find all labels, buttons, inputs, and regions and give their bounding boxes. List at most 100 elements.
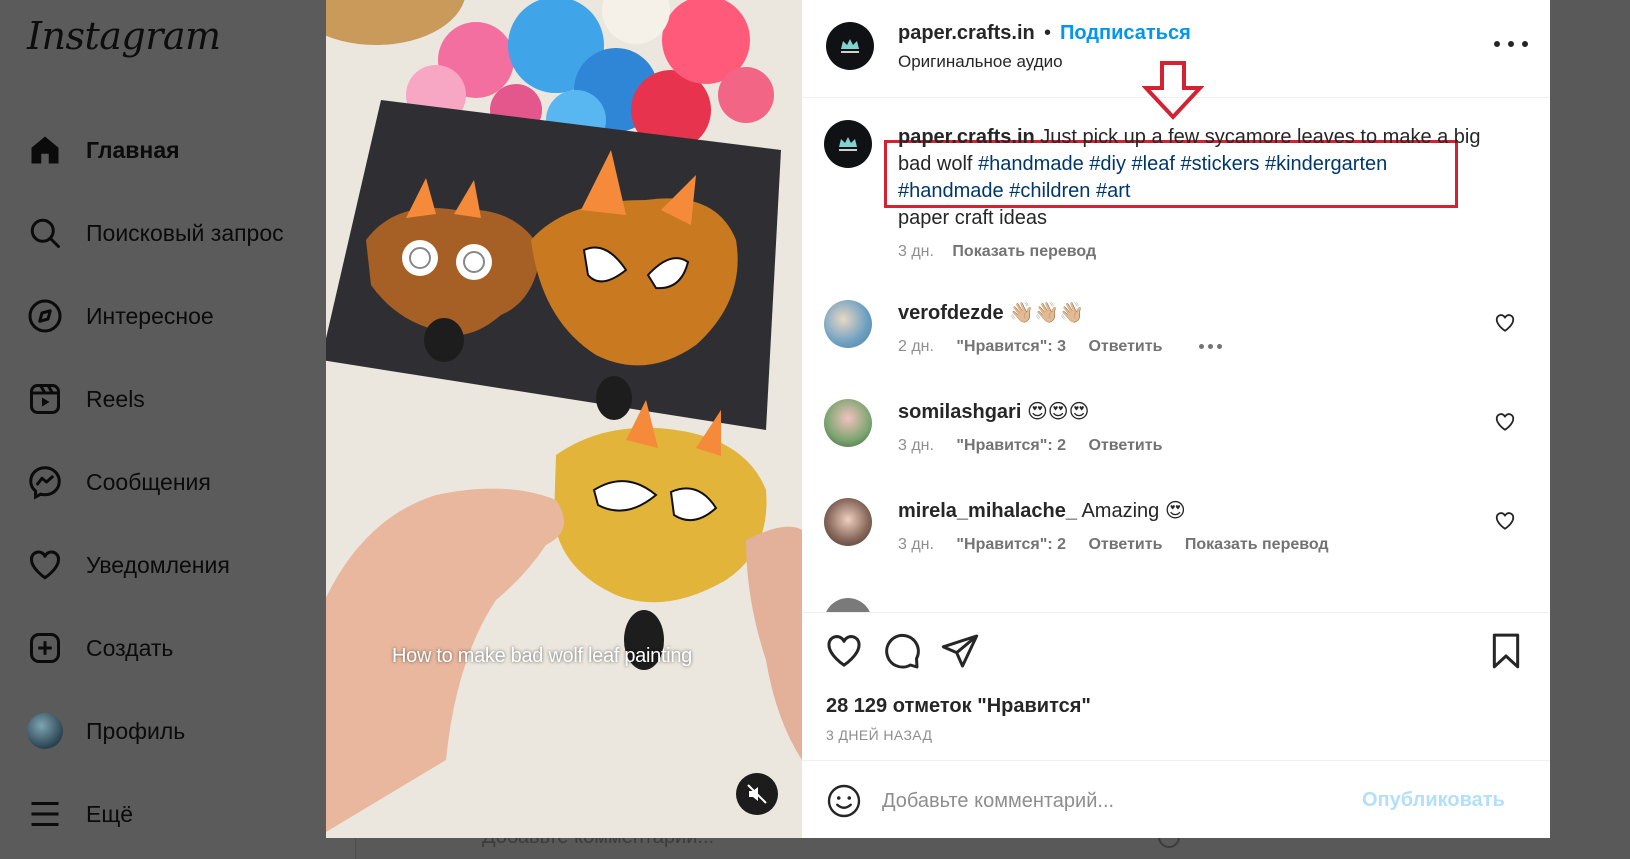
caption-line-2: paper craft ideas bbox=[898, 207, 1047, 229]
comment-likes[interactable]: "Нравится": 2 bbox=[956, 437, 1066, 454]
hashtag-link[interactable]: #leaf bbox=[1132, 153, 1175, 175]
like-heart-icon[interactable] bbox=[824, 631, 864, 671]
hashtag-link[interactable]: #handmade bbox=[978, 153, 1084, 175]
annotation-arrow-icon bbox=[1142, 61, 1204, 120]
caption-meta: 3 дн. Показать перевод bbox=[898, 243, 1096, 261]
sidebar-item-notifications[interactable]: Уведомления bbox=[26, 537, 336, 593]
follow-button[interactable]: Подписаться bbox=[1060, 22, 1191, 45]
comment-icon[interactable] bbox=[882, 631, 922, 671]
separator-dot: • bbox=[1044, 22, 1052, 44]
avatar[interactable] bbox=[824, 120, 872, 168]
sidebar-item-label: Сообщения bbox=[86, 468, 211, 495]
sidebar-item-home[interactable]: Главная bbox=[26, 122, 336, 178]
bookmark-icon[interactable] bbox=[1486, 631, 1526, 671]
caption-time[interactable]: 3 дн. bbox=[898, 243, 934, 260]
comment-item: somilashgari 😍😍😍 3 дн. "Нравится": 2 Отв… bbox=[802, 399, 1550, 489]
sidebar-item-label: Уведомления bbox=[86, 551, 230, 578]
like-comment-icon[interactable] bbox=[1494, 312, 1516, 334]
post-video[interactable]: How to make bad wolf leaf painting bbox=[326, 0, 802, 838]
comment-meta: 3 дн. "Нравится": 2 Ответить bbox=[898, 437, 1180, 455]
share-icon[interactable] bbox=[940, 631, 980, 671]
video-frame bbox=[326, 0, 802, 838]
crown-logo-icon bbox=[841, 39, 859, 53]
caption-username[interactable]: paper.crafts.in bbox=[898, 126, 1035, 148]
avatar bbox=[27, 713, 63, 749]
sidebar-item-label: Главная bbox=[86, 136, 180, 163]
post-caption: paper.crafts.in Just pick up a few sycam… bbox=[898, 124, 1498, 232]
sidebar-item-explore[interactable]: Интересное bbox=[26, 288, 336, 344]
comment-body: 👋🏼👋🏼👋🏼 bbox=[1009, 302, 1084, 324]
mute-button[interactable] bbox=[736, 773, 778, 815]
comment-username[interactable]: mirela_mihalache_ bbox=[898, 500, 1077, 522]
like-comment-icon[interactable] bbox=[1494, 411, 1516, 433]
reply-button[interactable]: Ответить bbox=[1088, 536, 1162, 553]
crown-logo-icon bbox=[839, 137, 857, 151]
comment-item: verofdezde 👋🏼👋🏼👋🏼 2 дн. "Нравится": 3 От… bbox=[802, 300, 1550, 390]
sidebar-item-label: Интересное bbox=[86, 302, 214, 329]
avatar[interactable] bbox=[824, 399, 872, 447]
post-details-panel: paper.crafts.in • Подписаться Оригинальн… bbox=[802, 0, 1550, 838]
sidebar-item-label: Поисковый запрос bbox=[86, 219, 284, 246]
show-translation-link[interactable]: Показать перевод bbox=[1185, 536, 1329, 553]
more-options-icon[interactable] bbox=[1494, 34, 1528, 54]
comment-input[interactable] bbox=[882, 783, 1352, 819]
comment-meta: 2 дн. "Нравится": 3 Ответить bbox=[898, 338, 1240, 356]
sidebar-item-search[interactable]: Поисковый запрос bbox=[26, 205, 336, 261]
show-translation-link[interactable]: Показать перевод bbox=[952, 243, 1096, 260]
post-actions: 28 129 отметок "Нравится" 3 ДНЕЙ НАЗАД bbox=[802, 612, 1550, 760]
comment-likes[interactable]: "Нравится": 3 bbox=[956, 338, 1066, 355]
hashtag-link[interactable]: #handmade bbox=[898, 180, 1004, 202]
comment-username[interactable]: somilashgari bbox=[898, 401, 1021, 423]
hashtag-link[interactable]: #children bbox=[1009, 180, 1090, 202]
sidebar-item-more[interactable]: Ещё bbox=[26, 786, 336, 842]
sidebar-item-messages[interactable]: Сообщения bbox=[26, 454, 336, 510]
compass-icon bbox=[26, 297, 64, 335]
sidebar-item-label: Профиль bbox=[86, 717, 186, 744]
sidebar-item-label: Reels bbox=[86, 385, 145, 412]
search-icon bbox=[26, 214, 64, 252]
hashtag-link[interactable]: #kindergarten bbox=[1265, 153, 1387, 175]
sidebar-item-label: Создать bbox=[86, 634, 174, 661]
sidebar-item-create[interactable]: Создать bbox=[26, 620, 336, 676]
sidebar-item-label: Ещё bbox=[86, 800, 134, 827]
hashtag-link[interactable]: #stickers bbox=[1180, 153, 1259, 175]
comment-username[interactable]: verofdezde bbox=[898, 302, 1004, 324]
comment-form: Опубликовать bbox=[802, 760, 1550, 838]
avatar[interactable] bbox=[824, 498, 872, 546]
reply-button[interactable]: Ответить bbox=[1088, 338, 1162, 355]
comment-time[interactable]: 2 дн. bbox=[898, 338, 934, 355]
comment-text: somilashgari 😍😍😍 bbox=[898, 399, 1090, 424]
comment-item: mirela_mihalache_ Amazing 😍 3 дн. "Нрави… bbox=[802, 498, 1550, 588]
sidebar-item-profile[interactable]: Профиль bbox=[26, 703, 336, 759]
muted-speaker-icon bbox=[747, 784, 767, 804]
publish-button[interactable]: Опубликовать bbox=[1362, 789, 1505, 812]
like-comment-icon[interactable] bbox=[1494, 510, 1516, 532]
sidebar-item-reels[interactable]: Reels bbox=[26, 371, 336, 427]
avatar[interactable] bbox=[824, 300, 872, 348]
emoji-icon[interactable] bbox=[826, 783, 862, 819]
post-timestamp: 3 ДНЕЙ НАЗАД bbox=[826, 727, 933, 743]
post-author-username[interactable]: paper.crafts.in bbox=[898, 22, 1035, 45]
comment-text: verofdezde 👋🏼👋🏼👋🏼 bbox=[898, 300, 1084, 325]
comment-body: 😍😍😍 bbox=[1026, 401, 1090, 423]
original-audio-link[interactable]: Оригинальное аудио bbox=[898, 52, 1063, 72]
comment-body: Amazing 😍 bbox=[1081, 500, 1186, 522]
likes-count[interactable]: 28 129 отметок "Нравится" bbox=[826, 695, 1091, 718]
instagram-logo[interactable]: Instagram bbox=[27, 14, 221, 58]
comment-meta: 3 дн. "Нравится": 2 Ответить Показать пе… bbox=[898, 536, 1347, 554]
sidebar: Instagram Главная Поисковый запрос Интер… bbox=[0, 0, 356, 859]
reply-button[interactable]: Ответить bbox=[1088, 437, 1162, 454]
comment-options-icon[interactable] bbox=[1198, 344, 1222, 350]
comment-likes[interactable]: "Нравится": 2 bbox=[956, 536, 1066, 553]
home-icon bbox=[26, 131, 64, 169]
comment-time[interactable]: 3 дн. bbox=[898, 437, 934, 454]
hashtag-link[interactable]: #diy bbox=[1089, 153, 1126, 175]
comment-item-partial bbox=[802, 594, 1550, 612]
avatar bbox=[824, 598, 872, 612]
avatar[interactable] bbox=[826, 22, 874, 70]
hashtag-link[interactable]: #art bbox=[1096, 180, 1130, 202]
video-overlay-text: How to make bad wolf leaf painting bbox=[392, 645, 692, 667]
comment-time[interactable]: 3 дн. bbox=[898, 536, 934, 553]
plus-square-icon bbox=[26, 629, 64, 667]
menu-icon bbox=[26, 795, 64, 833]
